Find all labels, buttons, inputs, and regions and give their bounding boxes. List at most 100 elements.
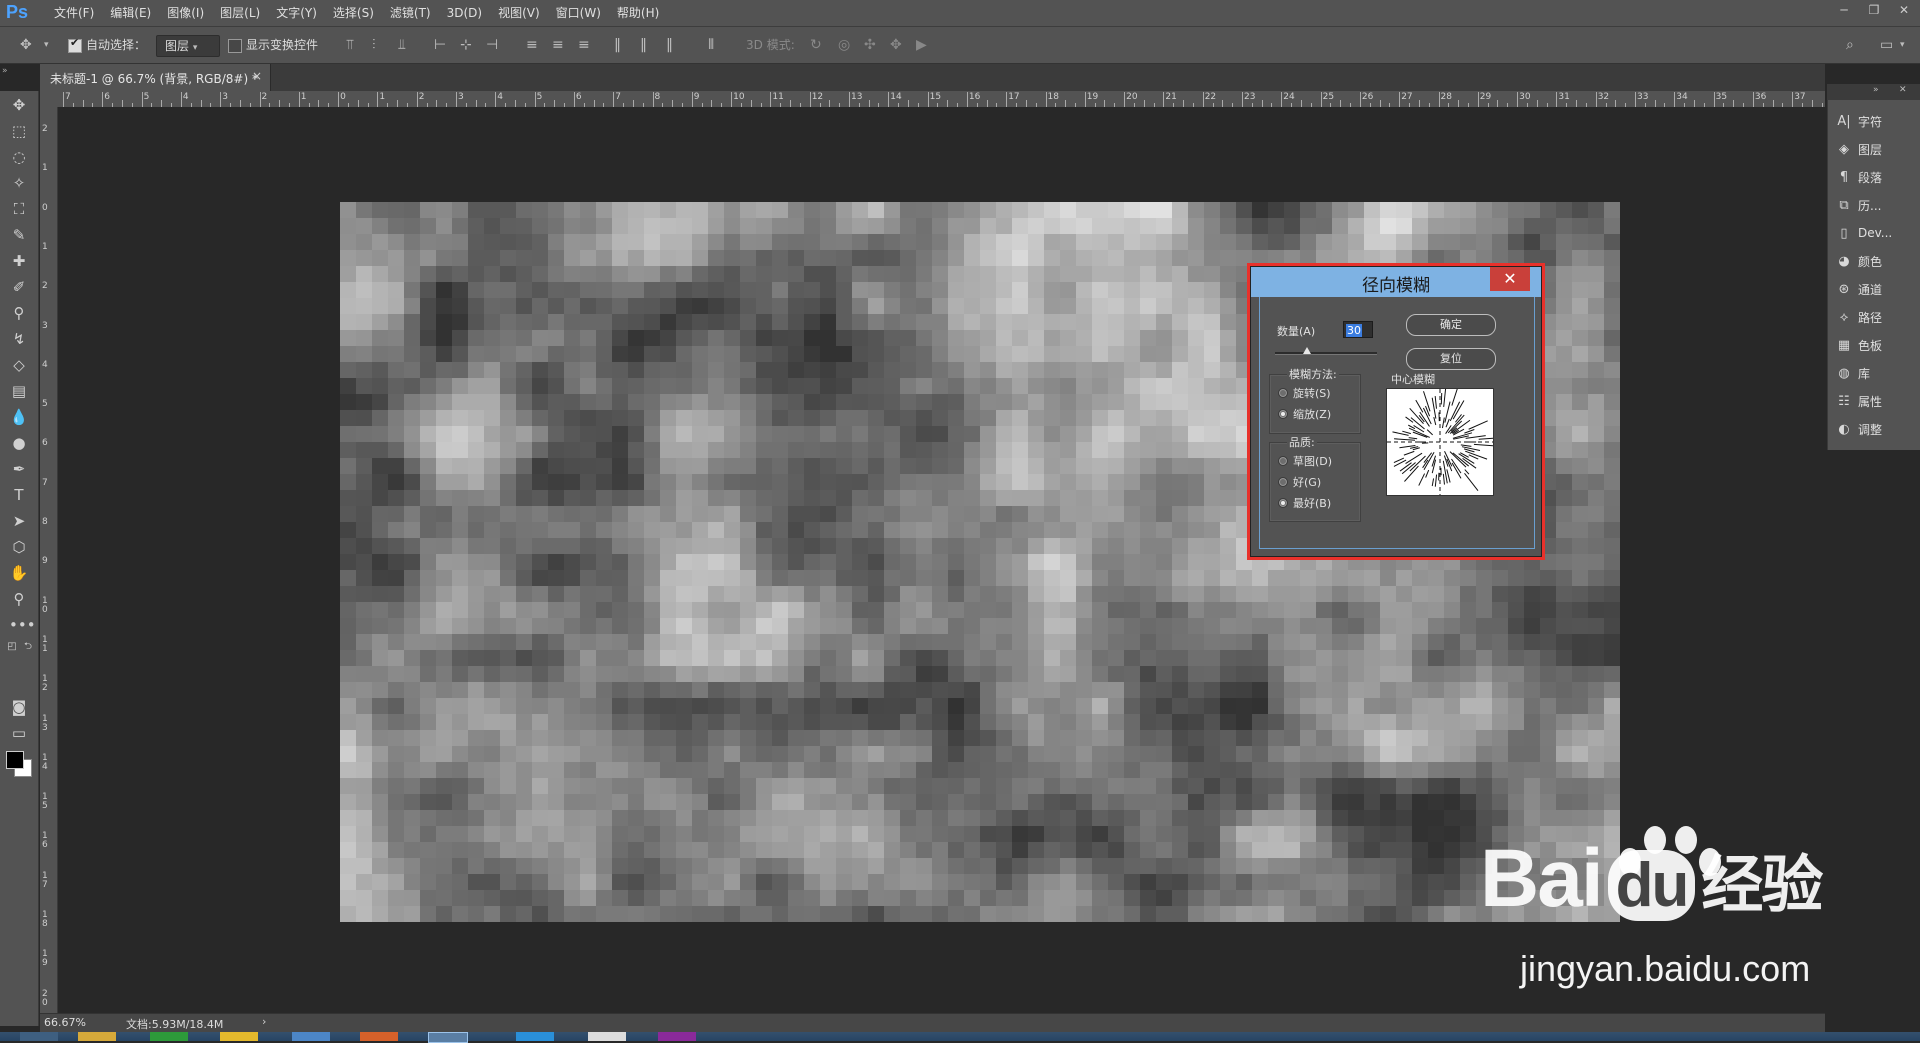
taskbar-app-icon[interactable] [658,1032,696,1041]
pen-tool-icon[interactable]: ✒ [9,459,29,479]
brush-tool-icon[interactable]: ✐ [9,277,29,297]
blur-center-preview[interactable] [1386,388,1494,496]
distribute-bottom-icon[interactable]: ≡ [578,35,590,55]
taskbar-app-icon[interactable] [516,1032,554,1041]
blur-tool-icon[interactable]: 💧 [9,407,29,427]
menu-help[interactable]: 帮助(H) [609,0,667,26]
ok-button[interactable]: 确定 [1406,314,1496,336]
eraser-tool-icon[interactable]: ◇ [9,355,29,375]
distribute-top-icon[interactable]: ≡ [526,35,538,55]
menu-edit[interactable]: 编辑(E) [102,0,159,26]
radio-spin[interactable] [1278,388,1288,398]
align-left-icon[interactable]: ⊢ [434,35,446,55]
panel-swatches[interactable]: ▦色板 [1836,334,1916,356]
radio-good[interactable] [1278,477,1288,487]
distribute-hcenter-icon[interactable]: ‖ [640,35,647,55]
show-transform-checkbox[interactable] [228,35,242,55]
panel-libraries[interactable]: ◍库 [1836,362,1916,384]
menu-file[interactable]: 文件(F) [46,0,102,26]
reset-button[interactable]: 复位 [1406,348,1496,370]
3d-scale-icon[interactable]: ▶ [916,35,927,55]
amount-slider[interactable] [1275,352,1377,355]
menu-type[interactable]: 文字(Y) [268,0,325,26]
restore-icon[interactable]: ❐ [1866,2,1882,18]
panel-history[interactable]: ⧉历... [1836,194,1916,216]
amount-input[interactable]: 30 [1343,321,1373,338]
panel-device-preview[interactable]: ▯Dev... [1836,222,1916,244]
menu-view[interactable]: 视图(V) [490,0,548,26]
align-hcenter-icon[interactable]: ⊹ [460,35,472,55]
distribute-left-icon[interactable]: ‖ [614,35,621,55]
radio-best[interactable] [1278,498,1288,508]
dialog-titlebar[interactable]: 径向模糊 ✕ [1251,267,1541,297]
path-selection-tool-icon[interactable]: ➤ [9,511,29,531]
align-vcenter-icon[interactable]: ⫶ [372,35,376,55]
move-tool-icon[interactable]: ✥ [20,35,32,55]
taskbar-photoshop-icon[interactable] [428,1032,468,1043]
collapse-toolbox-icon[interactable]: » [2,66,8,76]
distribute-right-icon[interactable]: ‖ [666,35,673,55]
zoom-tool-icon[interactable]: ⚲ [9,589,29,609]
shape-tool-icon[interactable]: ⬡ [9,537,29,557]
3d-roll-icon[interactable]: ◎ [838,35,850,55]
chevron-down-icon[interactable]: ▾ [44,35,49,55]
auto-select-dropdown[interactable]: 图层 ▾ [156,35,220,57]
3d-drag-icon[interactable]: ✣ [864,35,876,55]
taskbar-app-icon[interactable] [292,1032,330,1041]
draft-label[interactable]: 草图(D) [1293,453,1332,469]
taskbar-explorer-icon[interactable] [78,1032,116,1041]
menu-layer[interactable]: 图层(L) [212,0,268,26]
distribute-vcenter-icon[interactable]: ≡ [552,35,564,55]
panel-color[interactable]: ◕颜色 [1836,250,1916,272]
menu-3d[interactable]: 3D(D) [439,0,490,26]
panel-properties[interactable]: ☷属性 [1836,390,1916,412]
screen-mode-icon[interactable]: ▭ [9,723,29,743]
menu-image[interactable]: 图像(I) [159,0,212,26]
more-tools-icon[interactable]: ••• [9,615,29,635]
marquee-tool-icon[interactable]: ⬚ [9,121,29,141]
clone-stamp-tool-icon[interactable]: ⚲ [9,303,29,323]
taskbar-app-icon[interactable] [220,1032,258,1041]
workspace-icon[interactable]: ▭ [1880,35,1893,55]
zoom-label[interactable]: 缩放(Z) [1293,406,1331,422]
align-top-icon[interactable]: ⫪ [346,35,354,55]
crop-tool-icon[interactable]: ⛶ [9,199,29,219]
taskbar-app-icon[interactable] [150,1032,188,1041]
lasso-tool-icon[interactable]: ◌ [9,147,29,167]
quick-mask-icon[interactable]: ◙ [9,697,29,717]
align-bottom-icon[interactable]: ⫫ [398,35,406,55]
menu-window[interactable]: 窗口(W) [548,0,609,26]
close-tab-icon[interactable]: × [252,69,262,83]
healing-brush-tool-icon[interactable]: ✚ [9,251,29,271]
panel-character[interactable]: A|字符 [1836,110,1916,132]
eyedropper-tool-icon[interactable]: ✎ [9,225,29,245]
taskbar-app-icon[interactable] [360,1032,398,1041]
menu-select[interactable]: 选择(S) [325,0,382,26]
taskbar-start-icon[interactable] [20,1032,58,1041]
history-brush-tool-icon[interactable]: ↯ [9,329,29,349]
close-icon[interactable]: ✕ [1899,85,1907,95]
amount-slider-thumb[interactable] [1303,347,1311,354]
radio-zoom[interactable] [1278,409,1288,419]
radio-draft[interactable] [1278,456,1288,466]
close-icon[interactable]: ✕ [1896,2,1912,18]
panel-adjustments[interactable]: ◐调整 [1836,418,1916,440]
close-icon[interactable]: ✕ [1490,267,1530,291]
auto-select-checkbox[interactable]: ✔ [68,35,82,55]
hand-tool-icon[interactable]: ✋ [9,563,29,583]
minimize-icon[interactable]: ─ [1836,2,1852,18]
auto-align-icon[interactable]: ⦀ [708,35,714,55]
menu-filter[interactable]: 滤镜(T) [382,0,439,26]
zoom-level[interactable]: 66.67% [44,1016,86,1029]
panel-layers[interactable]: ◈图层 [1836,138,1916,160]
good-label[interactable]: 好(G) [1293,474,1321,490]
panel-channels[interactable]: ⊛通道 [1836,278,1916,300]
swap-colors-icon[interactable]: ⮌ [18,637,38,657]
spin-label[interactable]: 旋转(S) [1293,385,1331,401]
3d-slide-icon[interactable]: ✥ [890,35,902,55]
best-label[interactable]: 最好(B) [1293,495,1331,511]
gradient-tool-icon[interactable]: ▤ [9,381,29,401]
panel-paragraph[interactable]: ¶段落 [1836,166,1916,188]
document-tab[interactable]: 未标题-1 @ 66.7% (背景, RGB/8#) * × [40,64,271,91]
chevron-right-icon[interactable]: › [262,1015,266,1028]
